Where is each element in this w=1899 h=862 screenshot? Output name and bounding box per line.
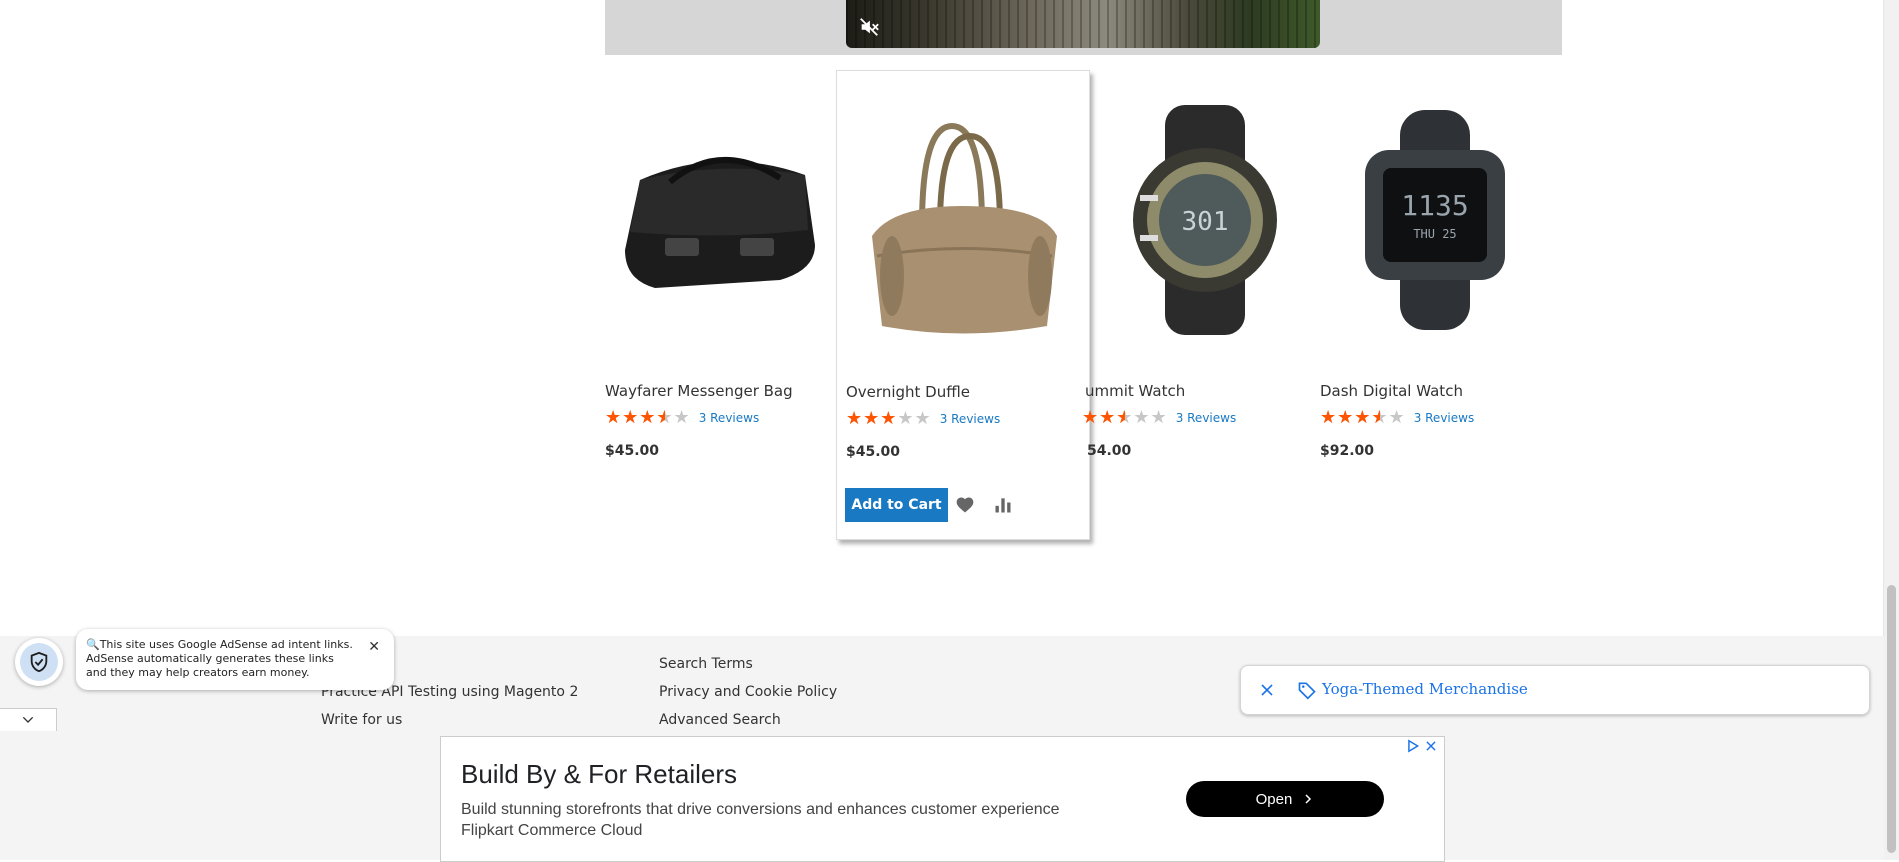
ad-advertiser: Flipkart Commerce Cloud	[461, 822, 643, 839]
speaker-muted-icon[interactable]	[858, 16, 880, 38]
video-player[interactable]	[846, 0, 1320, 48]
product-image[interactable]: 1135 THU 25	[1320, 100, 1550, 340]
rating-fill: ★★★★★	[605, 409, 665, 427]
reviews-link[interactable]: 3 Reviews	[940, 412, 1001, 426]
ad-description: Build stunning storefronts that drive co…	[461, 801, 1060, 818]
search-icon: 🔍	[86, 638, 100, 651]
intent-chip-label[interactable]: Yoga-Themed Merchandise	[1322, 680, 1528, 698]
star-rating: ★★★★★★★★★★	[846, 408, 932, 429]
rating-fill: ★★★★★	[846, 410, 898, 428]
tag-icon	[1298, 682, 1316, 700]
star-rating: ★★★★★★★★★★	[1082, 407, 1168, 428]
video-banner	[605, 0, 1562, 55]
close-icon[interactable]	[1424, 739, 1438, 753]
reviews-link[interactable]: 3 Reviews	[1176, 411, 1237, 425]
rating-fill: ★★★★★	[1082, 409, 1125, 427]
product-item-overnight-duffle[interactable]: Overnight Duffle ★★★★★★★★★★ 3 Reviews $4…	[836, 70, 1090, 540]
footer-link-write-for-us[interactable]: Write for us	[321, 712, 402, 728]
rating: ★★★★★★★★★★ 3 Reviews	[846, 410, 1000, 428]
ad-choices-icon[interactable]	[1406, 739, 1420, 753]
page-scrollbar[interactable]	[1883, 0, 1899, 860]
product-item-wayfarer[interactable]: Wayfarer Messenger Bag ★★★★★★★★★★ 3 Revi…	[605, 70, 845, 540]
rating: ★★★★★★★★★★ 3 Reviews	[1082, 409, 1236, 427]
svg-text:THU 25: THU 25	[1413, 227, 1456, 241]
product-image[interactable]	[847, 101, 1077, 341]
rating-fill: ★★★★★	[1320, 409, 1380, 427]
chevron-down-icon	[22, 716, 34, 723]
price: $45.00	[605, 443, 660, 459]
adsense-notice: 🔍This site uses Google AdSense ad intent…	[76, 629, 394, 690]
close-icon[interactable]: ✕	[368, 639, 380, 655]
footer-link-privacy-policy[interactable]: Privacy and Cookie Policy	[659, 684, 837, 700]
product-name-link[interactable]: Dash Digital Watch	[1320, 382, 1463, 400]
chevron-right-icon	[1305, 794, 1312, 804]
product-image[interactable]	[605, 100, 835, 340]
price: $92.00	[1320, 443, 1375, 459]
reviews-link[interactable]: 3 Reviews	[1414, 411, 1475, 425]
svg-text:301: 301	[1182, 207, 1229, 237]
close-icon[interactable]	[1257, 680, 1277, 700]
reviews-link[interactable]: 3 Reviews	[699, 411, 760, 425]
star-rating: ★★★★★★★★★★	[1320, 407, 1406, 428]
ad-open-label: Open	[1255, 790, 1293, 808]
rating: ★★★★★★★★★★ 3 Reviews	[605, 409, 759, 427]
product-item-summit-watch[interactable]: 301 ummit Watch ★★★★★★★★★★ 3 Reviews 54.…	[1082, 70, 1310, 540]
adsense-notice-text: This site uses Google AdSense ad intent …	[86, 638, 353, 679]
ad-intent-chip[interactable]: Yoga-Themed Merchandise	[1240, 665, 1870, 715]
scrollbar-thumb[interactable]	[1887, 585, 1896, 853]
product-image[interactable]: 301	[1090, 100, 1320, 340]
product-name-link[interactable]: ummit Watch	[1085, 382, 1185, 400]
bottom-ad-banner[interactable]: Build By & For Retailers Build stunning …	[440, 736, 1445, 862]
star-rating: ★★★★★★★★★★	[605, 407, 691, 428]
adsense-shield-button[interactable]	[15, 638, 63, 686]
svg-text:1135: 1135	[1401, 189, 1468, 222]
add-to-cart-button[interactable]: Add to Cart	[845, 488, 948, 522]
bar-chart-icon[interactable]	[993, 495, 1013, 515]
shield-check-icon	[30, 651, 48, 673]
ad-open-button[interactable]: Open	[1186, 781, 1384, 817]
rating: ★★★★★★★★★★ 3 Reviews	[1320, 409, 1474, 427]
footer-link-advanced-search[interactable]: Advanced Search	[659, 712, 781, 728]
product-item-dash-digital-watch[interactable]: 1135 THU 25 Dash Digital Watch ★★★★★★★★★…	[1320, 70, 1560, 540]
footer-link-search-terms[interactable]: Search Terms	[659, 656, 753, 672]
product-name-link[interactable]: Wayfarer Messenger Bag	[605, 382, 793, 400]
ad-choices[interactable]	[1406, 739, 1438, 753]
heart-icon[interactable]	[955, 495, 975, 515]
product-name-link[interactable]: Overnight Duffle	[846, 383, 970, 401]
price: 54.00	[1087, 443, 1132, 459]
collapse-button[interactable]	[0, 708, 57, 731]
price: $45.00	[846, 444, 901, 460]
ad-headline[interactable]: Build By & For Retailers	[461, 759, 737, 790]
